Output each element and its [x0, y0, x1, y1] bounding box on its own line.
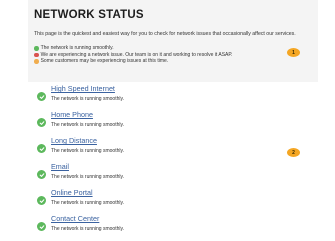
orange-dot-icon — [34, 59, 39, 64]
service-status: The network is running smoothly. — [51, 174, 124, 180]
green-dot-icon — [34, 46, 39, 51]
service-link[interactable]: Home Phone — [51, 110, 93, 119]
service-item: High Speed Internet The network is runni… — [34, 82, 284, 108]
checkmark-icon — [37, 118, 46, 127]
legend-item-ok: The network is running smoothly. — [34, 45, 232, 52]
service-link[interactable]: Long Distance — [51, 136, 97, 145]
status-legend: The network is running smoothly. We are … — [34, 45, 232, 65]
service-link[interactable]: Online Portal — [51, 188, 93, 197]
page-title: NETWORK STATUS — [34, 9, 144, 21]
callout-marker: 1 — [287, 48, 300, 57]
checkmark-icon — [37, 196, 46, 205]
service-status: The network is running smoothly. — [51, 122, 124, 128]
legend-label: Some customers may be experiencing issue… — [40, 58, 169, 65]
legend-item-partial: Some customers may be experiencing issue… — [34, 58, 232, 65]
service-link[interactable]: Email — [51, 162, 69, 171]
service-list: High Speed Internet The network is runni… — [34, 82, 284, 238]
checkmark-icon — [37, 222, 46, 231]
service-item: Long Distance The network is running smo… — [34, 134, 284, 160]
checkmark-icon — [37, 92, 46, 101]
checkmark-icon — [37, 144, 46, 153]
red-dot-icon — [34, 52, 39, 58]
legend-item-issue: We are experiencing a network issue. Our… — [34, 52, 232, 59]
service-status: The network is running smoothly. — [51, 148, 124, 154]
network-status-header: NETWORK STATUS This page is the quickest… — [28, 0, 318, 82]
service-link[interactable]: High Speed Internet — [51, 84, 115, 93]
callout-marker: 2 — [287, 148, 300, 157]
service-status: The network is running smoothly. — [51, 226, 124, 232]
service-item: Online Portal The network is running smo… — [34, 186, 284, 212]
service-item: Contact Center The network is running sm… — [34, 212, 284, 238]
service-status: The network is running smoothly. — [51, 96, 124, 102]
checkmark-icon — [37, 170, 46, 179]
service-status: The network is running smoothly. — [51, 200, 124, 206]
service-item: Email The network is running smoothly. — [34, 160, 284, 186]
legend-label: The network is running smoothly. — [40, 45, 114, 52]
intro-text: This page is the quickest and easiest wa… — [34, 31, 296, 37]
legend-label: We are experiencing a network issue. Our… — [40, 51, 233, 58]
service-item: Home Phone The network is running smooth… — [34, 108, 284, 134]
service-link[interactable]: Contact Center — [51, 214, 99, 223]
